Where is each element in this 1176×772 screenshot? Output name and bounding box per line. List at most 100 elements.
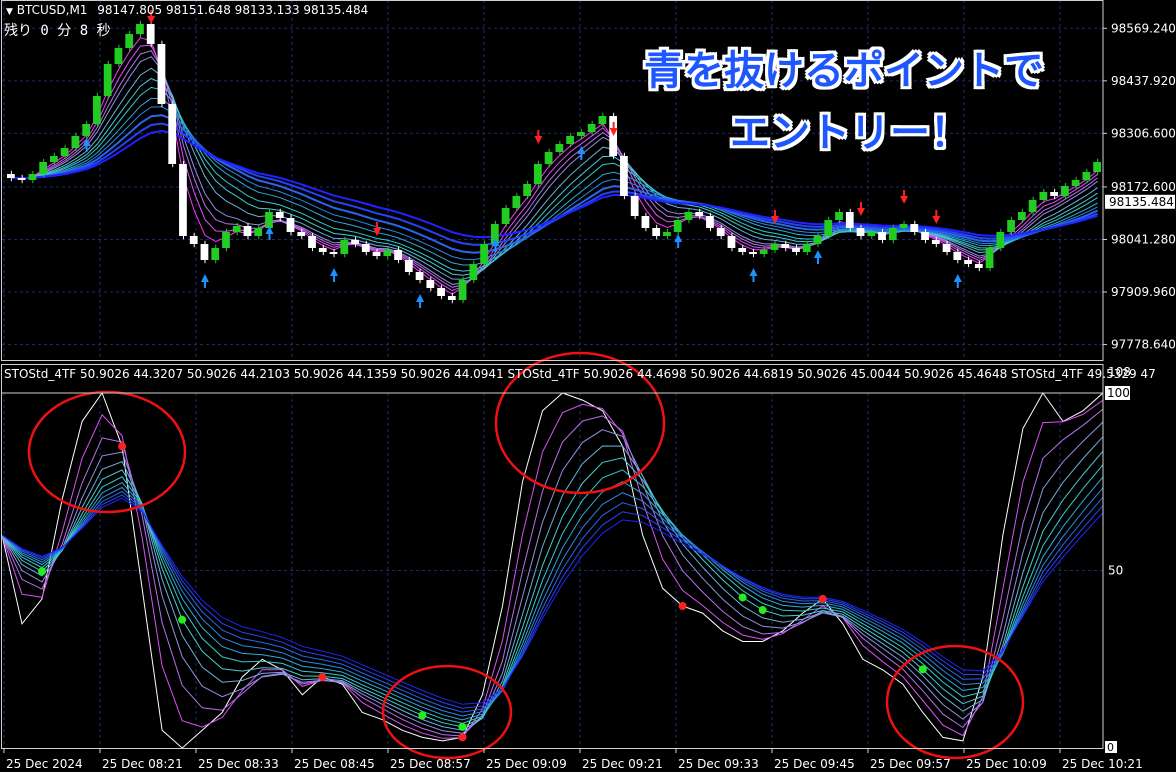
candle-body bbox=[157, 44, 166, 104]
price-tick-label: 98569.240 bbox=[1111, 21, 1176, 35]
candle-body bbox=[727, 236, 736, 248]
buy-arrow-icon bbox=[82, 138, 91, 152]
sell-arrow-icon bbox=[900, 190, 909, 204]
symbol-label: BTCUSD,M1 bbox=[16, 3, 88, 17]
candle-body bbox=[7, 174, 15, 178]
red-dot bbox=[118, 442, 127, 451]
buy-arrow-icon bbox=[265, 226, 274, 240]
candle-body bbox=[813, 236, 822, 244]
candle-body bbox=[125, 34, 134, 48]
time-tick-label: 25 Dec 10:09 bbox=[966, 757, 1047, 771]
price-tick-label: 97909.960 bbox=[1111, 285, 1176, 299]
candle-body bbox=[458, 280, 467, 300]
candle-body bbox=[93, 96, 101, 124]
green-dot bbox=[738, 593, 747, 602]
candle-body bbox=[824, 220, 833, 236]
candle-body bbox=[480, 244, 488, 264]
candle-body bbox=[308, 236, 316, 248]
candle-body bbox=[82, 124, 91, 136]
candle-body bbox=[469, 264, 478, 280]
candle-body bbox=[802, 244, 811, 252]
candle-body bbox=[17, 178, 26, 180]
buy-arrow-icon bbox=[953, 274, 962, 288]
candle-body bbox=[1028, 200, 1037, 212]
candle-body bbox=[372, 252, 381, 256]
time-tick-label: 25 Dec 09:45 bbox=[774, 757, 855, 771]
green-dot bbox=[918, 665, 927, 674]
oscillator-lines bbox=[1, 391, 1104, 749]
candle-body bbox=[1071, 180, 1080, 186]
red-dot bbox=[318, 673, 327, 681]
price-tick-label: 98041.280 bbox=[1111, 232, 1176, 246]
candle-body bbox=[179, 164, 187, 236]
buy-arrow-icon bbox=[330, 268, 339, 282]
candle-body bbox=[899, 224, 908, 228]
time-tick-label: 25 Dec 08:45 bbox=[294, 757, 375, 771]
green-dot bbox=[38, 567, 47, 576]
remaining-time: 残り 0 分 8 秒 bbox=[4, 23, 111, 39]
candle-body bbox=[888, 228, 897, 240]
candle-body bbox=[942, 244, 951, 252]
red-dot bbox=[678, 602, 687, 610]
buy-arrow-icon bbox=[577, 146, 586, 160]
candle-body bbox=[340, 240, 349, 254]
candle-body bbox=[974, 264, 983, 268]
candle-body bbox=[28, 174, 37, 180]
candle-body bbox=[383, 250, 392, 256]
candle-body bbox=[265, 212, 273, 228]
candle-body bbox=[39, 162, 48, 174]
candle-body bbox=[351, 240, 359, 244]
candle-body bbox=[555, 144, 564, 152]
candle-body bbox=[415, 272, 424, 280]
candle-body bbox=[1039, 192, 1048, 200]
candle-body bbox=[867, 232, 876, 236]
candle-body bbox=[232, 226, 241, 232]
highlight-circle bbox=[885, 644, 1025, 760]
time-tick-label: 25 Dec 08:33 bbox=[198, 757, 279, 771]
time-tick-label: 25 Dec 09:21 bbox=[582, 757, 663, 771]
candle-body bbox=[103, 64, 112, 96]
candle-body bbox=[361, 244, 370, 252]
candle-body bbox=[835, 212, 843, 220]
candle-body bbox=[620, 156, 628, 196]
current-price-label: 98135.484 bbox=[1109, 195, 1174, 209]
sell-arrow-icon bbox=[373, 222, 382, 236]
candle-body bbox=[845, 212, 854, 228]
time-axis: 25 Dec 2024 25 Dec 08:21 25 Dec 08:33 25 De… bbox=[3, 748, 1143, 771]
candle-body bbox=[953, 252, 962, 260]
dropdown-triangle-icon[interactable]: ▼ bbox=[6, 7, 13, 17]
price-tick-label: 97778.640 bbox=[1111, 338, 1176, 352]
candle-body bbox=[641, 216, 650, 228]
candle-body bbox=[598, 116, 607, 124]
candle-body bbox=[985, 248, 994, 268]
candle-body bbox=[71, 136, 80, 148]
buy-arrow-icon bbox=[416, 294, 425, 308]
candle-body bbox=[716, 228, 725, 236]
buy-arrow-icon bbox=[674, 234, 683, 248]
candle-body bbox=[297, 232, 306, 236]
candle-body bbox=[910, 224, 919, 232]
candle-body bbox=[136, 24, 144, 34]
time-tick-label: 25 Dec 10:21 bbox=[1062, 757, 1143, 771]
green-dot bbox=[418, 711, 427, 720]
ohlc-values: 98147.805 98151.648 98133.133 98135.484 bbox=[97, 3, 369, 17]
callout-line-2: エントリー！ bbox=[730, 110, 970, 156]
candle-body bbox=[426, 280, 435, 288]
candle-body bbox=[1017, 212, 1026, 220]
candle-body bbox=[501, 208, 510, 224]
buy-arrow-icon bbox=[200, 274, 209, 288]
candle-body bbox=[437, 288, 445, 296]
highlight-circle bbox=[27, 390, 187, 514]
sell-arrow-icon bbox=[857, 202, 866, 216]
symbol-header: ▼ BTCUSD,M1 98147.805 98151.648 98133.13… bbox=[6, 3, 368, 17]
candle-body bbox=[587, 124, 596, 132]
candle-body bbox=[759, 250, 768, 254]
candle-body bbox=[189, 236, 198, 244]
price-tick-label: 98306.600 bbox=[1111, 126, 1176, 140]
candle-body bbox=[168, 104, 177, 164]
candle-body bbox=[50, 156, 58, 162]
candle-body bbox=[684, 212, 693, 220]
candle-body bbox=[1050, 192, 1058, 196]
red-dot bbox=[458, 733, 467, 742]
candle-body bbox=[577, 132, 585, 136]
